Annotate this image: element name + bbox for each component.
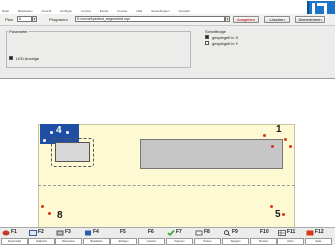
option-b-checkbox[interactable]	[205, 41, 209, 45]
menu-bar: Datei Bearbeiten Ansicht Einfügen Format…	[0, 7, 300, 14]
fkey-f6-key: F6	[148, 229, 154, 235]
menu-item-einstellungen[interactable]: Einstellungen	[151, 9, 169, 13]
menu-item-hilfe[interactable]: Hilfe	[136, 9, 142, 13]
title-bar	[0, 0, 335, 7]
grid-icon	[278, 230, 286, 236]
magnifier-icon	[224, 230, 231, 236]
fkey-f3-key: F3	[65, 229, 71, 235]
fkey-f2-key: F2	[38, 229, 44, 235]
uebernehmen-button[interactable]: Übernehmen	[295, 16, 325, 23]
marker-dot	[270, 205, 273, 208]
rotate-icon	[195, 230, 203, 236]
fkey-f6-caption: Löschen	[138, 238, 165, 245]
schnittfolge-label: Schnittfolge	[205, 29, 226, 34]
fkey-f1-key: F1	[11, 229, 17, 235]
marker-dot	[271, 145, 274, 148]
reset-icon	[56, 230, 64, 236]
menu-item-auswahl[interactable]: Auswahl	[178, 9, 189, 13]
option-a-checkbox[interactable]	[205, 35, 209, 39]
menu-item-ansicht[interactable]: Ansicht	[42, 9, 52, 13]
logo-glyph-left	[312, 3, 315, 14]
corner-label-8: 8	[57, 210, 63, 221]
clamp-icon	[2, 230, 10, 236]
marker-dot	[263, 134, 266, 137]
function-key-bar: F1 Spannmittel F2 Nullpunkt F3 Rücksetze…	[0, 227, 335, 245]
fkey-f12-key: F12	[315, 229, 324, 235]
fkey-f3-caption: Rücksetzen	[55, 238, 82, 245]
fkey-f7-caption: Kopieren	[166, 238, 193, 245]
plan-select[interactable]: 8	[17, 16, 32, 22]
fkey-f1-caption: Spannmittel	[1, 238, 28, 245]
menu-item-datei[interactable]: Datei	[2, 9, 9, 13]
parameter-group-label: Parameter	[8, 29, 29, 34]
fkey-f9-caption: Spiegeln	[222, 238, 249, 245]
fkey-f8-caption: Drehen	[194, 238, 221, 245]
fkey-f5-key: F5	[120, 229, 126, 235]
menu-item-fenster[interactable]: Fenster	[117, 9, 127, 13]
plan-label: Plan	[5, 17, 14, 22]
check-icon	[167, 230, 175, 236]
edit-icon	[85, 230, 91, 236]
fkey-f9-key: F9	[232, 229, 238, 235]
corner-label-1: 1	[276, 124, 282, 135]
marker-dot	[282, 213, 285, 216]
option-a-label: gespiegelt in X	[212, 35, 239, 40]
fkey-f12-caption: Ende	[305, 238, 332, 245]
pocket-insert[interactable]	[55, 142, 90, 162]
corner-label-5: 5	[275, 209, 281, 220]
parameter-group	[6, 31, 191, 68]
fkey-f2-caption: Nullpunkt	[28, 238, 55, 245]
fkey-f11-caption: Zoom	[277, 238, 304, 245]
reference-line	[38, 185, 295, 186]
ausgeben-button[interactable]: Ausgeben	[233, 16, 259, 23]
program-dropdown-arrow[interactable]: ▾	[225, 16, 230, 22]
exit-icon	[306, 230, 314, 236]
plan-dropdown-arrow[interactable]: ▾	[32, 16, 37, 22]
program-path-field[interactable]: E:\cnc\ref\pic\test_segmented.mpr	[75, 16, 225, 22]
menu-item-bearbeiten[interactable]: Bearbeiten	[18, 9, 33, 13]
marker-dot	[284, 138, 287, 141]
fkey-f8-key: F8	[204, 229, 210, 235]
logo-glyph-bar	[317, 3, 324, 6]
loeschen-button[interactable]: Löschen	[264, 16, 290, 23]
marker-dot	[43, 139, 46, 142]
origin-icon	[29, 230, 37, 236]
marker-dot	[66, 131, 69, 134]
menu-item-extras[interactable]: Extras	[100, 9, 109, 13]
fkey-f4-key: F4	[93, 229, 99, 235]
program-label: Programm	[49, 17, 68, 22]
corner-label-4: 4	[56, 125, 62, 136]
led-checkbox[interactable]	[9, 56, 13, 60]
fkey-f5-caption: Einfügen	[110, 238, 137, 245]
marker-dot	[289, 145, 292, 148]
led-label: LED Anzeige	[16, 56, 40, 61]
logo-glyph-right	[324, 3, 327, 14]
fkey-f10-key: F10	[260, 229, 269, 235]
fkey-f4-caption: Bearbeiten	[83, 238, 110, 245]
fkey-f10-caption: Drucken	[250, 238, 277, 245]
fkey-f11-key: F11	[287, 229, 296, 235]
marker-dot	[41, 205, 44, 208]
option-b-label: gespiegelt in Y	[212, 41, 239, 46]
fkey-f7-key: F7	[176, 229, 182, 235]
menu-item-format[interactable]: Format	[81, 9, 91, 13]
marker-dot	[48, 212, 51, 215]
marker-dot	[50, 131, 53, 134]
brand-logo	[304, 0, 335, 14]
cutout-region[interactable]	[140, 139, 283, 169]
menu-item-einfuegen[interactable]: Einfügen	[60, 9, 72, 13]
